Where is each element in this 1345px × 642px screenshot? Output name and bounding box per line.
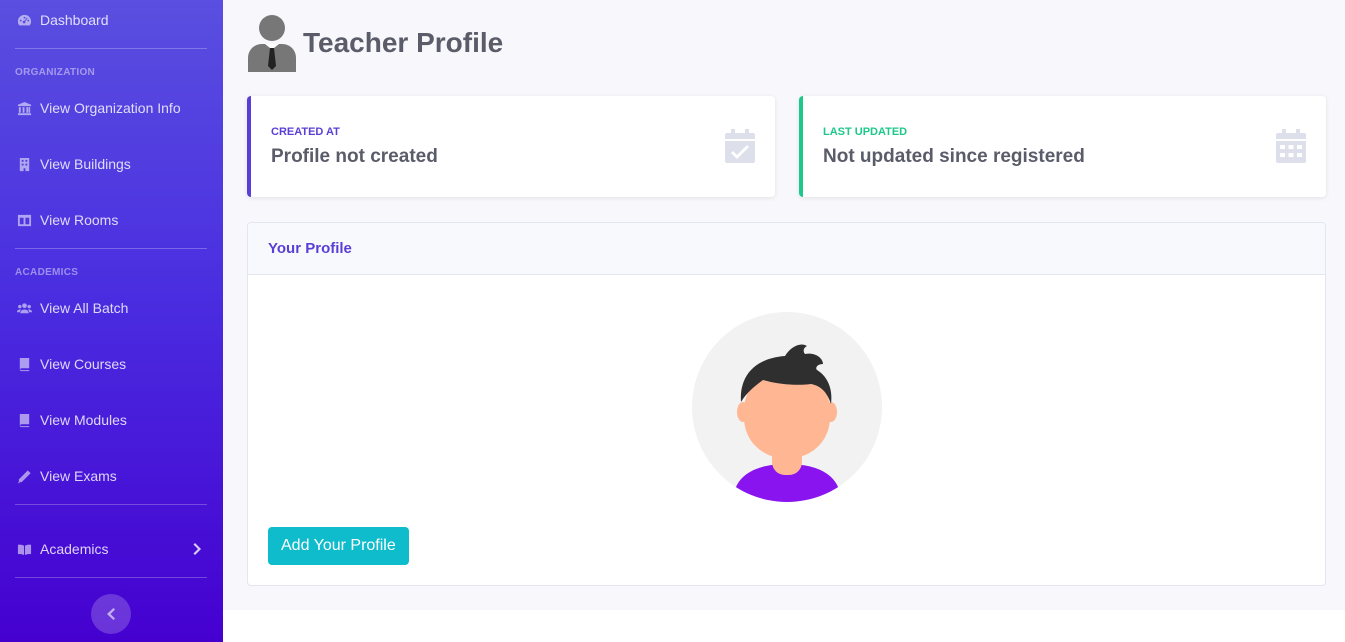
profile-card-header: Your Profile [248, 223, 1325, 275]
sidebar-item-academics[interactable]: Academics [0, 529, 223, 569]
avatar [691, 312, 883, 502]
sidebar-item-batch[interactable]: View All Batch [0, 288, 223, 328]
sidebar-item-label: Academics [40, 541, 109, 557]
calendar-icon [1276, 129, 1306, 163]
sidebar-item-modules[interactable]: View Modules [0, 400, 223, 440]
sidebar-item-dashboard[interactable]: Dashboard [0, 0, 223, 40]
last-updated-card: LAST UPDATED Not updated since registere… [799, 96, 1326, 197]
sidebar-item-courses[interactable]: View Courses [0, 344, 223, 384]
sidebar-heading-organization: ORGANIZATION [15, 67, 96, 78]
sidebar-toggle-button[interactable] [91, 594, 131, 634]
add-profile-button[interactable]: Add Your Profile [268, 527, 409, 565]
sidebar-item-label: View All Batch [40, 300, 129, 316]
calendar-check-icon [725, 129, 755, 163]
card-accent-bar [799, 96, 803, 197]
created-at-value: Profile not created [271, 146, 438, 167]
sidebar-item-rooms[interactable]: View Rooms [0, 200, 223, 240]
last-updated-label: LAST UPDATED [823, 126, 908, 138]
sidebar-heading-academics: ACADEMICS [15, 267, 79, 278]
book-icon [16, 412, 32, 428]
sidebar-item-label: View Organization Info [40, 100, 181, 116]
users-icon [16, 300, 32, 316]
university-icon [16, 100, 32, 116]
building-icon [16, 156, 32, 172]
created-at-card: CREATED AT Profile not created [247, 96, 775, 197]
sidebar-item-label: View Buildings [40, 156, 131, 172]
tachometer-icon [16, 12, 32, 28]
sidebar: Dashboard ORGANIZATION View Organization… [0, 0, 223, 642]
profile-card-title: Your Profile [268, 240, 352, 257]
book-icon [16, 356, 32, 372]
page-title: Teacher Profile [303, 27, 504, 58]
page-header: Teacher Profile [247, 14, 503, 72]
chevron-left-icon [107, 608, 115, 620]
sidebar-item-organization-info[interactable]: View Organization Info [0, 88, 223, 128]
sidebar-item-exams[interactable]: View Exams [0, 456, 223, 496]
last-updated-value: Not updated since registered [823, 146, 1085, 167]
chevron-right-icon [193, 542, 203, 556]
main-content: Teacher Profile CREATED AT Profile not c… [223, 0, 1345, 610]
book-open-icon [16, 541, 32, 557]
sidebar-divider [15, 48, 207, 49]
card-accent-bar [247, 96, 251, 197]
teacher-icon [248, 15, 296, 72]
sidebar-item-label: View Rooms [40, 212, 119, 228]
profile-card: Your Profile Add Your Profile [247, 222, 1326, 586]
sidebar-item-label: Dashboard [40, 12, 109, 28]
sidebar-divider [15, 248, 207, 249]
sidebar-item-label: View Courses [40, 356, 127, 372]
sidebar-item-buildings[interactable]: View Buildings [0, 144, 223, 184]
sidebar-item-label: View Modules [40, 412, 127, 428]
sidebar-divider [15, 577, 207, 578]
columns-icon [16, 212, 32, 228]
sidebar-item-label: View Exams [40, 468, 117, 484]
sidebar-divider [15, 504, 207, 505]
pencil-icon [16, 468, 32, 484]
created-at-label: CREATED AT [271, 126, 340, 138]
